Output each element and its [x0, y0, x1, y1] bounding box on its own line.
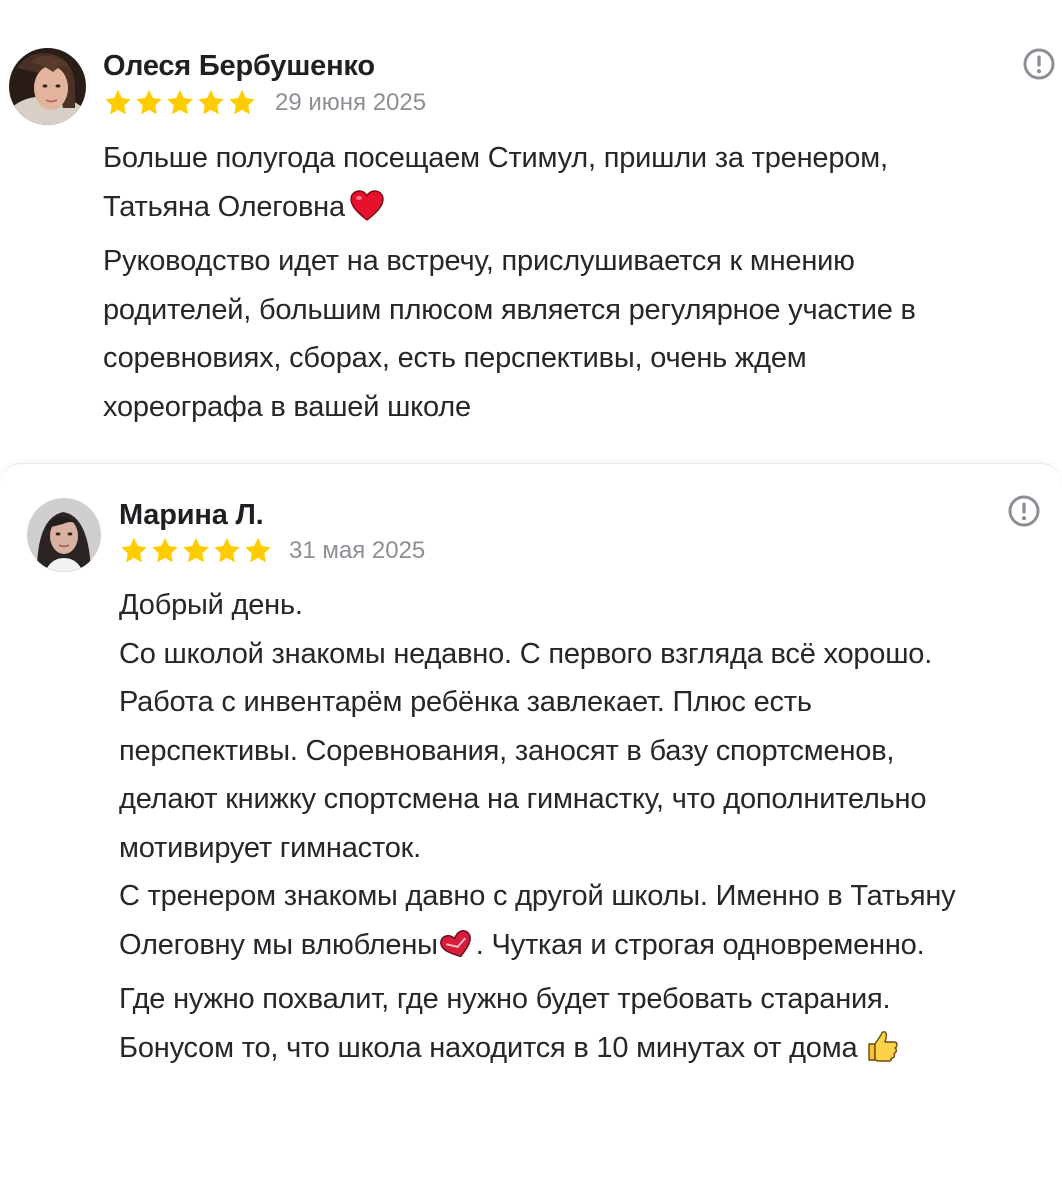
- review-text-line: родителей, большим плюсом является регул…: [103, 293, 916, 326]
- love-letter-heart-icon: [438, 927, 476, 976]
- star-icon: [227, 88, 257, 117]
- star-icon: [212, 536, 242, 565]
- author-name[interactable]: Марина Л.: [119, 499, 264, 532]
- avatar[interactable]: [27, 498, 101, 572]
- review-text-line: мотивирует гимнасток.: [119, 831, 421, 864]
- review-text-line: делают книжку спортсмена на гимнастку, ч…: [119, 783, 927, 815]
- review-date: 29 июня 2025: [275, 88, 427, 116]
- review-text-line: соревновиях, сборах, есть перспективы, о…: [103, 342, 807, 374]
- review-text-fragment: Татьяна Олеговна: [103, 190, 345, 223]
- star-icon: [196, 88, 226, 117]
- star-icon: [165, 88, 195, 117]
- review-text-line: перспективы. Соревнования, заносят в баз…: [119, 734, 895, 767]
- report-icon[interactable]: [1022, 47, 1056, 81]
- review-text-fragment: Олеговну мы влюблены: [119, 928, 438, 961]
- star-icon: [134, 88, 164, 117]
- star-icon: [181, 536, 211, 565]
- review-text: Больше полугода посещаем Стимул, пришли …: [103, 134, 1053, 431]
- red-heart-icon: [349, 189, 385, 238]
- star-icon: [150, 536, 180, 565]
- review-text-line: Работа с инвентарём ребёнка завлекает. П…: [119, 686, 812, 718]
- review-card: Марина Л. 31 мая 2025 Добрый день. Со шк…: [0, 463, 1062, 1181]
- review-text-line: С тренером знакомы давно с другой школы.…: [119, 880, 956, 912]
- review-text-line: Со школой знакомы недавно. С первого взг…: [119, 637, 933, 670]
- report-icon[interactable]: [1007, 494, 1041, 528]
- review-text-line: хореографа в вашей школе: [103, 390, 471, 423]
- review-card: Олеся Бербушенко 29 июня 2025 Больше пол…: [0, 0, 1062, 462]
- review-date: 31 мая 2025: [289, 536, 426, 564]
- star-icon: [243, 536, 273, 565]
- review-text-line: Руководство идет на встречу, прислушивае…: [103, 245, 855, 277]
- star-icon: [119, 536, 149, 565]
- review-text-line: Где нужно похвалит, где нужно будет треб…: [119, 983, 891, 1015]
- review-text-line: Больше полугода посещаем Стимул, пришли …: [103, 142, 888, 174]
- review-text-fragment: . Чуткая и строгая одновременно.: [475, 928, 925, 961]
- review-text-line: Бонусом то, что школа находится в 10 мин…: [119, 1024, 1054, 1079]
- review-text-fragment: Бонусом то, что школа находится в 10 мин…: [119, 1031, 858, 1064]
- review-text-line: Татьяна Олеговна: [103, 183, 1053, 238]
- review-text: Добрый день. Со школой знакомы недавно. …: [119, 581, 1054, 1078]
- rating-stars: [103, 88, 257, 117]
- author-name[interactable]: Олеся Бербушенко: [103, 50, 375, 83]
- review-text-line: Олеговну мы влюблены . Чуткая и строгая о…: [119, 921, 1054, 976]
- review-text-line: Добрый день.: [119, 589, 303, 621]
- thumbs-up-icon: [865, 1029, 899, 1079]
- review-meta: 29 июня 2025: [103, 88, 426, 117]
- rating-stars: [119, 536, 273, 565]
- avatar[interactable]: [9, 48, 86, 125]
- review-meta: 31 мая 2025: [119, 536, 425, 565]
- star-icon: [103, 88, 133, 117]
